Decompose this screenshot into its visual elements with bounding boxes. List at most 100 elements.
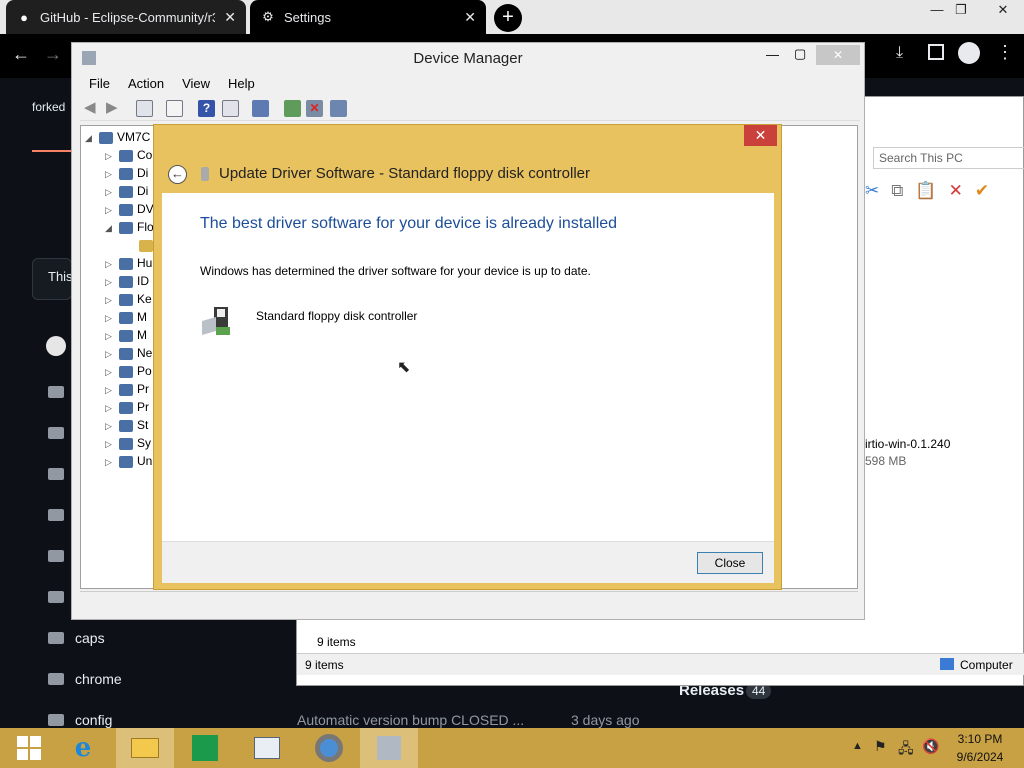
menu-kebab-icon[interactable]: ⋮ <box>996 42 1014 63</box>
tab-settings[interactable]: ⚙ Settings ✕ <box>250 0 486 34</box>
computer-icon <box>940 658 954 670</box>
new-tab-button[interactable]: + <box>494 4 522 32</box>
gear-icon: ⚙ <box>262 9 274 24</box>
delete-icon[interactable]: ✕ <box>949 181 963 205</box>
minimize-icon[interactable]: — <box>766 47 779 62</box>
close-tab-icon[interactable]: ✕ <box>464 9 476 26</box>
maximize-icon[interactable]: ▢ <box>794 46 806 62</box>
menu-view[interactable]: View <box>173 75 219 95</box>
item-count: 9 items <box>317 635 356 649</box>
mouse-cursor-icon: ⬉ <box>397 359 411 376</box>
close-tab-icon[interactable]: ✕ <box>224 9 236 26</box>
console-icon[interactable] <box>222 100 239 117</box>
forward-arrow-icon[interactable]: → <box>44 44 62 65</box>
avatar <box>46 336 66 356</box>
update-driver-icon[interactable] <box>284 100 301 117</box>
folder-link-config[interactable]: config <box>75 712 112 728</box>
tree-node[interactable]: ▷ Pr <box>105 398 149 416</box>
tab-github[interactable]: ● GitHub - Eclipse-Community/r3c ✕ <box>6 0 246 34</box>
folder-link-chrome[interactable]: chrome <box>75 671 122 687</box>
folder-link-caps[interactable]: caps <box>75 630 105 646</box>
tree-node[interactable]: ▷ St <box>105 416 148 434</box>
close-window-icon[interactable]: ✕ <box>988 2 1018 20</box>
sidebar-icon[interactable] <box>928 44 944 60</box>
tree-node[interactable]: ▷ Di <box>105 164 148 182</box>
profile-avatar[interactable] <box>958 42 980 64</box>
back-arrow-icon[interactable]: ← <box>168 165 187 184</box>
file-name[interactable]: irtio-win-0.1.240 <box>865 437 950 451</box>
tree-node[interactable]: ▷ Hu <box>105 254 152 272</box>
tree-node[interactable]: ▷ Pr <box>105 380 149 398</box>
copy-icon[interactable]: ⧉ <box>891 181 903 205</box>
tree-node-floppy[interactable]: ◢ Flo <box>105 218 154 236</box>
performance-monitor-icon[interactable] <box>238 728 296 768</box>
scan-hardware-icon[interactable] <box>252 100 269 117</box>
start-button[interactable] <box>0 728 58 768</box>
volume-muted-icon[interactable]: 🔇 <box>922 738 939 755</box>
update-driver-dialog: ✕ ← Update Driver Software - Standard fl… <box>153 124 782 590</box>
device-name: Standard floppy disk controller <box>256 309 418 323</box>
download-icon[interactable]: ⤓ <box>896 44 903 62</box>
forked-text: forked <box>32 100 66 114</box>
explorer-ribbon: ✂ ⧉ 📋 ✕ ✔ <box>865 181 1024 205</box>
tree-node[interactable]: ▷ Un <box>105 452 152 470</box>
store-icon[interactable] <box>176 728 234 768</box>
menu-bar: File Action View Help <box>80 75 264 95</box>
folder-icon <box>48 386 64 398</box>
tree-node[interactable]: ▷ Sy <box>105 434 151 452</box>
forward-icon[interactable]: ▶ <box>106 100 123 117</box>
tab-label: Settings <box>284 9 331 25</box>
tree-node[interactable]: ▷ Po <box>105 362 152 380</box>
help-icon[interactable]: ? <box>198 100 215 117</box>
show-hidden-icons[interactable]: ▲ <box>852 740 863 752</box>
chrome-icon[interactable] <box>300 728 358 768</box>
back-arrow-icon[interactable]: ← <box>12 44 30 65</box>
taskbar: e ▲ ⚑ 🖧 🔇 <box>0 728 1024 768</box>
show-hide-tree-icon[interactable] <box>136 100 153 117</box>
tree-node[interactable]: ▷ Co <box>105 146 152 164</box>
clock-time[interactable]: 3:10 PM <box>940 732 1020 746</box>
close-window-icon[interactable]: ✕ <box>816 45 860 65</box>
commit-message[interactable]: Automatic version bump CLOSED ... <box>297 712 524 728</box>
dialog-footer: Close <box>162 541 774 583</box>
menu-action[interactable]: Action <box>119 75 173 95</box>
tree-node[interactable]: ▷ Ne <box>105 344 152 362</box>
file-explorer-icon[interactable] <box>116 728 174 768</box>
rename-icon[interactable]: ✔ <box>975 181 989 205</box>
restore-icon[interactable]: ❐ <box>946 2 976 20</box>
windows-logo-icon <box>17 736 41 760</box>
close-dialog-icon[interactable]: ✕ <box>744 125 777 146</box>
folder-icon <box>48 509 64 521</box>
tree-node[interactable]: ▷ Ke <box>105 290 152 308</box>
menu-file[interactable]: File <box>80 75 119 95</box>
tree-node[interactable]: ▷ M <box>105 308 147 326</box>
menu-help[interactable]: Help <box>219 75 264 95</box>
internet-explorer-icon[interactable]: e <box>54 728 112 768</box>
back-icon[interactable]: ◀ <box>84 100 101 117</box>
device-manager-task-icon[interactable] <box>360 728 418 768</box>
tree-node[interactable]: ▷ M <box>105 326 147 344</box>
tree-root[interactable]: ◢ VM7C <box>85 128 150 146</box>
properties-icon[interactable] <box>166 100 183 117</box>
uninstall-icon[interactable]: ✕ <box>306 100 323 117</box>
network-icon[interactable]: 🖧 <box>898 738 914 762</box>
tree-node[interactable]: ▷ ID <box>105 272 149 290</box>
search-input[interactable]: Search This PC <box>873 147 1024 169</box>
clock-date[interactable]: 9/6/2024 <box>940 750 1020 764</box>
flag-icon[interactable]: ⚑ <box>874 738 887 755</box>
tree-node[interactable]: ▷ DV <box>105 200 154 218</box>
dialog-title: Update Driver Software - Standard floppy… <box>219 165 591 182</box>
folder-icon <box>48 714 64 726</box>
window-title: Device Manager <box>413 50 523 67</box>
paste-icon[interactable]: 📋 <box>915 181 936 205</box>
folder-icon <box>48 550 64 562</box>
title-bar[interactable]: Device Manager — ▢ ✕ <box>72 43 864 73</box>
close-button[interactable]: Close <box>697 552 763 574</box>
enable-device-icon[interactable] <box>330 100 347 117</box>
tree-node[interactable]: ▷ Di <box>105 182 148 200</box>
status-bar <box>80 591 858 613</box>
folder-icon <box>48 468 64 480</box>
cut-icon[interactable]: ✂ <box>865 181 879 205</box>
folder-icon <box>48 591 64 603</box>
computer-icon <box>99 131 113 144</box>
